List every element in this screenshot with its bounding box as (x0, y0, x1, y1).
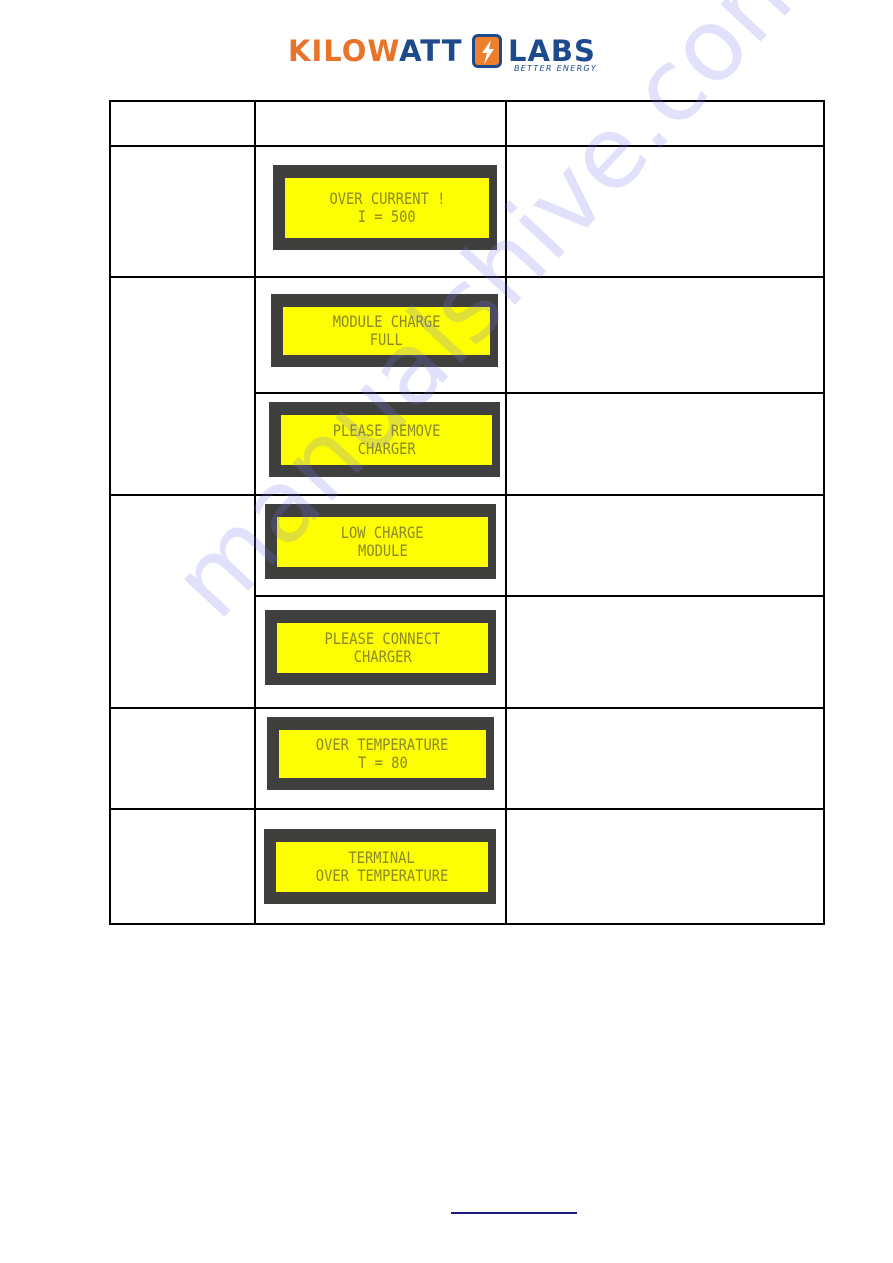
table-row-divider (109, 276, 825, 278)
lcd-line-2: CHARGER (353, 647, 412, 666)
table-column-divider-1 (254, 100, 256, 925)
lcd-line-1: TERMINAL (348, 848, 416, 867)
lcd-line-1: MODULE CHARGE (332, 312, 441, 331)
kilowatt-labs-logo: KILOWATT LABS BETTER ENERGY (288, 34, 608, 74)
lcd-screen: LOW CHARGE MODULE (277, 517, 488, 567)
lcd-line-1: OVER CURRENT ! (329, 189, 445, 208)
table-subrow-divider (254, 595, 825, 597)
table-subrow-divider (254, 392, 825, 394)
logo-kilo: KILO (288, 34, 368, 68)
table-row-divider (109, 808, 825, 810)
lcd-screen: OVER TEMPERATURE T = 80 (279, 730, 486, 778)
lcd-display-over-current: OVER CURRENT ! I = 500 (273, 165, 497, 250)
lcd-display-low-charge-module: LOW CHARGE MODULE (265, 504, 496, 579)
table-row-divider (109, 145, 825, 147)
lightning-bolt-icon (472, 34, 502, 68)
lcd-line-2: T = 80 (357, 753, 408, 772)
lcd-line-1: PLEASE REMOVE (332, 421, 441, 440)
table-border-left (109, 100, 111, 925)
lcd-line-2: OVER TEMPERATURE (315, 866, 449, 885)
table-row-divider (109, 494, 825, 496)
lcd-line-2: MODULE (357, 541, 408, 560)
lcd-line-1: OVER TEMPERATURE (316, 735, 449, 754)
lcd-line-1: PLEASE CONNECT (324, 629, 441, 648)
table-column-divider-2 (505, 100, 507, 925)
lcd-line-2: FULL (369, 330, 404, 349)
table-border-right (823, 100, 825, 925)
logo-att: ATT (399, 34, 463, 68)
lcd-messages-table: OVER CURRENT ! I = 500 MODULE CHARGE FUL… (109, 100, 825, 925)
lcd-screen: TERMINAL OVER TEMPERATURE (276, 842, 488, 892)
logo-wordmark-kilowatt: KILOWATT (288, 36, 462, 66)
logo-wordmark-labs: LABS (508, 34, 596, 68)
lcd-screen: MODULE CHARGE FULL (283, 307, 490, 355)
table-border-top (109, 100, 825, 102)
lcd-screen: PLEASE CONNECT CHARGER (277, 623, 488, 673)
lcd-display-module-charge-full: MODULE CHARGE FULL (271, 294, 498, 367)
lcd-display-terminal-over-temperature: TERMINAL OVER TEMPERATURE (264, 829, 496, 904)
logo-tagline: BETTER ENERGY (514, 64, 598, 73)
lcd-display-please-remove-charger: PLEASE REMOVE CHARGER (269, 402, 500, 477)
lcd-line-2: CHARGER (357, 439, 416, 458)
lcd-screen: PLEASE REMOVE CHARGER (281, 415, 492, 465)
lcd-line-1: LOW CHARGE (341, 523, 424, 542)
footer-link[interactable] (451, 1212, 577, 1214)
table-border-bottom (109, 923, 825, 925)
lcd-line-2: I = 500 (358, 207, 416, 226)
logo-w: W (367, 34, 400, 68)
lcd-display-over-temperature: OVER TEMPERATURE T = 80 (267, 717, 494, 790)
lcd-display-please-connect-charger: PLEASE CONNECT CHARGER (265, 610, 496, 685)
table-row-divider (109, 707, 825, 709)
lcd-screen: OVER CURRENT ! I = 500 (285, 178, 489, 238)
